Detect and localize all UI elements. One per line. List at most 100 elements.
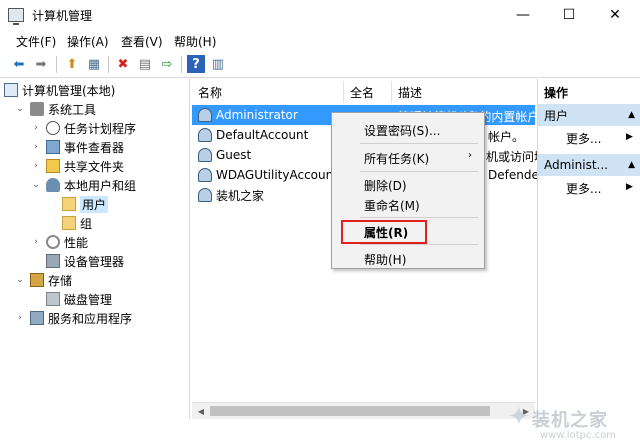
tree-item-label: 服务和应用程序 <box>48 311 133 326</box>
navigation-tree: 计算机管理(本地) ⌄ 系统工具 › 任务计划程序 › 事件查看器 › 共享文件… <box>0 79 190 419</box>
users-icon <box>46 178 60 192</box>
tree-item-label: 系统工具 <box>48 102 97 117</box>
tree-item-groups[interactable]: 组 <box>62 214 92 232</box>
horizontal-scrollbar[interactable]: ◀ ▶ <box>192 402 535 419</box>
user-icon <box>198 108 212 122</box>
play-arrow-icon: ▶ <box>626 132 633 142</box>
star-logo-icon: ✦ <box>508 402 530 432</box>
window-title: 计算机管理 <box>32 9 93 23</box>
user-name: Guest <box>216 148 252 162</box>
forward-arrow-icon[interactable]: ➡ <box>32 55 50 73</box>
user-icon <box>198 168 212 182</box>
close-button[interactable]: ✕ <box>592 0 638 30</box>
toolbar-separator <box>56 56 57 73</box>
more-label: 更多... <box>566 182 602 196</box>
shared-folder-icon <box>46 159 60 173</box>
chevron-down-icon[interactable]: ⌄ <box>30 180 42 190</box>
tree-item-label: 磁盘管理 <box>64 292 113 307</box>
tree-item-performance[interactable]: › 性能 <box>30 233 88 251</box>
actions-section-title: Administ... <box>544 158 608 172</box>
computer-icon <box>4 83 18 97</box>
context-separator <box>360 171 478 172</box>
user-name: 装机之家 <box>216 188 265 203</box>
tree-item-system-tools[interactable]: ⌄ 系统工具 <box>14 100 96 118</box>
tree-item-device-manager[interactable]: 设备管理器 <box>46 252 124 270</box>
tree-item-services-apps[interactable]: › 服务和应用程序 <box>14 309 132 327</box>
show-hide-tree-icon[interactable]: ▦ <box>85 55 103 73</box>
column-header-name[interactable]: 名称 <box>192 81 344 103</box>
menu-view[interactable]: 查看(V) <box>121 33 163 50</box>
folder-icon <box>62 216 76 230</box>
user-name: Administrator <box>216 108 298 122</box>
tree-item-users[interactable]: 用户 <box>62 195 109 213</box>
tree-item-label: 共享文件夹 <box>64 159 125 174</box>
tree-item-computer-management[interactable]: 计算机管理(本地) <box>4 81 115 99</box>
context-item-delete[interactable]: 删除(D) <box>364 177 407 194</box>
watermark-logo: ✦ 装机之家 www.lotpc.com <box>500 398 640 444</box>
device-manager-icon <box>46 254 60 268</box>
properties-highlight-box <box>341 220 427 244</box>
context-item-set-password[interactable]: 设置密码(S)... <box>364 122 440 139</box>
tree-item-label: 组 <box>80 216 93 231</box>
menu-help[interactable]: 帮助(H) <box>174 33 216 50</box>
chevron-right-icon[interactable]: › <box>30 123 42 133</box>
tree-item-storage[interactable]: ⌄ 存储 <box>14 271 72 289</box>
delete-icon[interactable]: ✖ <box>114 55 132 73</box>
help-icon[interactable]: ? <box>187 55 205 73</box>
toolbar: ⬅ ➡ ⬆ ▦ ✖ ▤ ⇨ ? ▥ <box>0 52 640 78</box>
up-folder-icon[interactable]: ⬆ <box>63 55 81 73</box>
minimize-button[interactable]: — <box>500 0 546 30</box>
show-hide-action-pane-icon[interactable]: ▥ <box>209 55 227 73</box>
chevron-right-icon[interactable]: › <box>30 161 42 171</box>
event-viewer-icon <box>46 140 60 154</box>
chevron-down-icon[interactable]: ⌄ <box>14 275 26 285</box>
menu-file[interactable]: 文件(F) <box>16 33 56 50</box>
context-separator <box>360 244 478 245</box>
properties-icon[interactable]: ▤ <box>136 55 154 73</box>
scrollbar-thumb[interactable] <box>210 406 490 416</box>
performance-icon <box>46 235 60 249</box>
services-icon <box>30 311 44 325</box>
context-item-help[interactable]: 帮助(H) <box>364 251 406 268</box>
actions-section-users[interactable]: 用户 ▲ <box>538 104 640 126</box>
collapse-up-icon[interactable]: ▲ <box>628 110 635 120</box>
export-list-icon[interactable]: ⇨ <box>158 55 176 73</box>
menu-bar: 文件(F) 操作(A) 查看(V) 帮助(H) <box>0 31 640 51</box>
maximize-button[interactable]: ☐ <box>546 0 592 30</box>
user-icon <box>198 148 212 162</box>
tree-item-label: 性能 <box>64 235 89 250</box>
computer-management-icon <box>8 8 24 25</box>
back-arrow-icon[interactable]: ⬅ <box>10 55 28 73</box>
user-name: DefaultAccount <box>216 128 309 142</box>
user-description: 帐户。 <box>488 130 525 144</box>
chevron-right-icon[interactable]: › <box>14 313 26 323</box>
actions-more-administrator[interactable]: 更多... ▶ <box>566 180 633 197</box>
tree-item-label: 事件查看器 <box>64 140 125 155</box>
scroll-left-icon[interactable]: ◀ <box>193 404 209 419</box>
context-item-rename[interactable]: 重命名(M) <box>364 197 420 214</box>
context-item-all-tasks[interactable]: 所有任务(K) <box>364 150 429 167</box>
context-separator <box>360 143 478 144</box>
tree-item-shared-folders[interactable]: › 共享文件夹 <box>30 157 124 175</box>
chevron-right-icon[interactable]: › <box>30 142 42 152</box>
column-header-description[interactable]: 描述 <box>392 81 535 103</box>
tree-item-label: 本地用户和组 <box>64 178 137 193</box>
actions-more-users[interactable]: 更多... ▶ <box>566 130 633 147</box>
chevron-down-icon[interactable]: ⌄ <box>14 104 26 114</box>
tree-item-disk-management[interactable]: 磁盘管理 <box>46 290 112 308</box>
menu-action[interactable]: 操作(A) <box>67 33 109 50</box>
actions-header: 操作 <box>538 81 640 103</box>
tree-item-task-scheduler[interactable]: › 任务计划程序 <box>30 119 136 137</box>
tree-item-event-viewer[interactable]: › 事件查看器 <box>30 138 124 156</box>
user-name: WDAGUtilityAccount <box>216 168 338 182</box>
title-bar: 计算机管理 — ☐ ✕ <box>0 0 640 30</box>
toolbar-separator <box>108 56 109 73</box>
toolbar-separator <box>181 56 182 73</box>
collapse-up-icon[interactable]: ▲ <box>628 160 635 170</box>
actions-section-administrator[interactable]: Administ... ▲ <box>538 154 640 176</box>
context-separator <box>360 217 478 218</box>
column-header-fullname[interactable]: 全名 <box>344 81 392 103</box>
more-label: 更多... <box>566 132 602 146</box>
chevron-right-icon[interactable]: › <box>30 237 42 247</box>
tree-item-local-users-groups[interactable]: ⌄ 本地用户和组 <box>30 176 136 194</box>
